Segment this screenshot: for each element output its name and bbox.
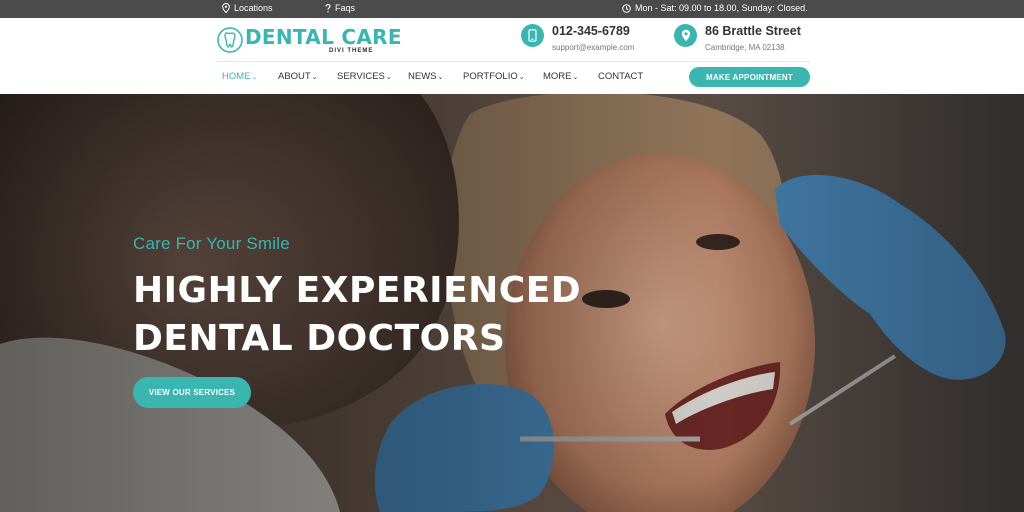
locations-label: Locations bbox=[234, 3, 273, 13]
support-email[interactable]: support@example.com bbox=[552, 43, 634, 52]
phone-contact: 012-345-6789 support@example.com bbox=[521, 24, 661, 58]
opening-hours: Mon - Sat: 09.00 to 18.00, Sunday: Close… bbox=[622, 3, 808, 13]
location-icon bbox=[674, 24, 697, 47]
hero-headline: HIGHLY EXPERIENCED DENTAL DOCTORS bbox=[133, 267, 581, 363]
help-icon bbox=[325, 3, 331, 13]
hero-tagline: Care For Your Smile bbox=[133, 234, 290, 253]
headline-line-2: DENTAL DOCTORS bbox=[133, 318, 506, 359]
nav-item-more[interactable]: MORE ⌄ bbox=[543, 71, 578, 82]
phone-icon bbox=[521, 24, 544, 47]
caret-down-icon: ⌄ bbox=[518, 73, 525, 81]
view-services-button[interactable]: VIEW OUR SERVICES bbox=[133, 377, 251, 408]
nav-item-about[interactable]: ABOUT ⌄ bbox=[278, 71, 318, 82]
nav-item-label: HOME bbox=[222, 71, 251, 82]
tooth-icon bbox=[217, 27, 243, 58]
make-appointment-button[interactable]: MAKE APPOINTMENT bbox=[689, 67, 810, 87]
logo-name: DENTAL CARE bbox=[245, 25, 402, 49]
headline-line-1: HIGHLY EXPERIENCED bbox=[133, 270, 582, 311]
nav-item-label: MORE bbox=[543, 71, 572, 82]
nav-item-portfolio[interactable]: PORTFOLIO ⌄ bbox=[463, 71, 525, 82]
nav-item-label: PORTFOLIO bbox=[463, 71, 518, 82]
caret-down-icon: ⌄ bbox=[385, 73, 392, 81]
nav-item-contact[interactable]: CONTACT bbox=[598, 71, 643, 82]
top-bar: Locations Faqs Mon - Sat: 09.00 to 18.00… bbox=[0, 0, 1024, 18]
city-address: Cambridge, MA 02138 bbox=[705, 43, 785, 52]
site-logo[interactable]: DENTAL CARE DIVI THEME bbox=[217, 26, 401, 58]
caret-down-icon: ⌄ bbox=[437, 73, 444, 81]
nav-item-news[interactable]: NEWS ⌄ bbox=[408, 71, 443, 82]
caret-down-icon: ⌄ bbox=[572, 73, 579, 81]
site-header: DENTAL CARE DIVI THEME 012-345-6789 supp… bbox=[0, 18, 1024, 94]
street-address: 86 Brattle Street bbox=[705, 24, 801, 38]
clock-icon bbox=[622, 3, 631, 13]
caret-down-icon: ⌄ bbox=[251, 73, 258, 81]
nav-item-label: ABOUT bbox=[278, 71, 311, 82]
logo-subtitle: DIVI THEME bbox=[329, 48, 374, 54]
header-divider bbox=[217, 61, 810, 62]
nav-item-label: NEWS bbox=[408, 71, 437, 82]
address-contact: 86 Brattle Street Cambridge, MA 02138 bbox=[674, 24, 824, 58]
faqs-label: Faqs bbox=[335, 3, 356, 13]
map-pin-icon bbox=[222, 3, 230, 13]
nav-item-label: CONTACT bbox=[598, 71, 644, 82]
nav-item-home[interactable]: HOME ⌄ bbox=[222, 71, 257, 82]
faqs-link[interactable]: Faqs bbox=[325, 3, 355, 13]
hero-section: Care For Your Smile HIGHLY EXPERIENCED D… bbox=[0, 94, 1024, 512]
nav-item-label: SERVICES bbox=[337, 71, 385, 82]
caret-down-icon: ⌄ bbox=[311, 73, 318, 81]
locations-link[interactable]: Locations bbox=[222, 3, 273, 13]
hours-text: Mon - Sat: 09.00 to 18.00, Sunday: Close… bbox=[635, 3, 808, 13]
nav-item-services[interactable]: SERVICES ⌄ bbox=[337, 71, 392, 82]
phone-number[interactable]: 012-345-6789 bbox=[552, 24, 630, 38]
